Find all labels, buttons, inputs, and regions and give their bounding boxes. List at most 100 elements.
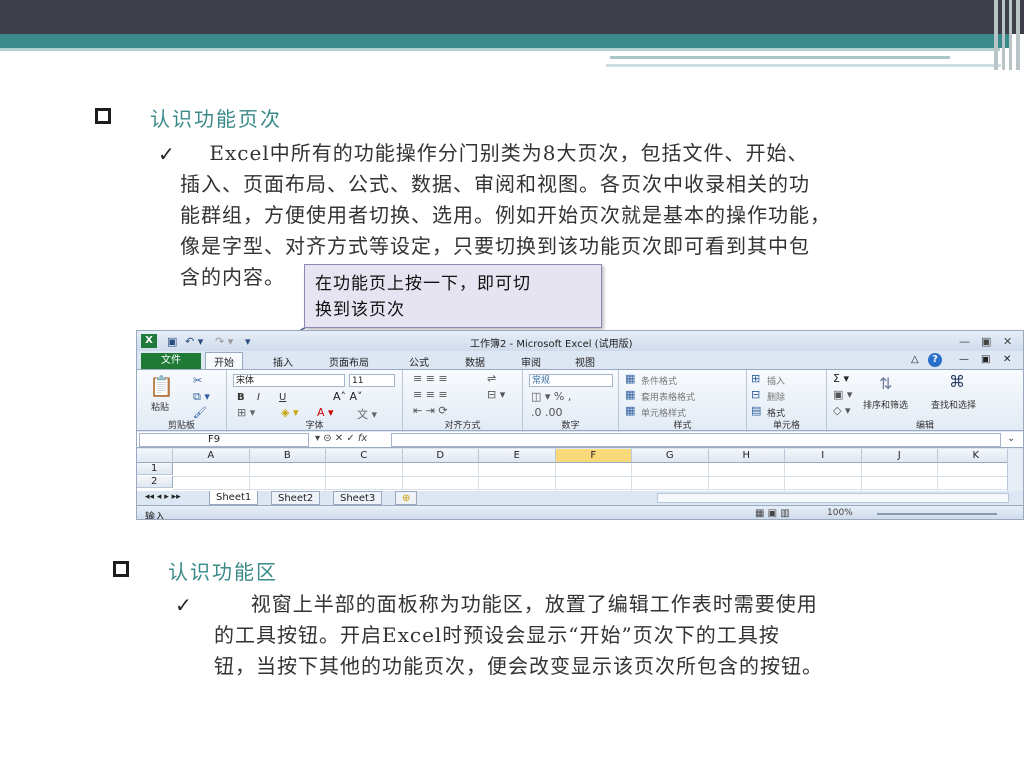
horizontal-scrollbar[interactable] bbox=[657, 493, 1009, 503]
conditional-format-button[interactable]: 条件格式 bbox=[641, 374, 677, 387]
clear-icon[interactable]: ◇ ▾ bbox=[833, 404, 850, 417]
insert-cells-button[interactable]: 插入 bbox=[767, 374, 785, 387]
cell-style-icon[interactable]: ▦ bbox=[625, 404, 635, 417]
sheet-tab-sheet3[interactable]: Sheet3 bbox=[333, 491, 383, 505]
help-icon[interactable]: ? bbox=[928, 353, 942, 367]
column-header[interactable]: F bbox=[555, 449, 632, 463]
expand-formula-icon[interactable]: ⌄ bbox=[1007, 433, 1015, 444]
column-header[interactable]: D bbox=[402, 449, 479, 463]
number-format-select[interactable]: 常规 bbox=[529, 374, 613, 387]
tab-page-layout[interactable]: 页面布局 bbox=[329, 354, 369, 369]
align-left-icon[interactable]: ≡ ≡ ≡ bbox=[413, 388, 448, 401]
column-header[interactable]: C bbox=[326, 449, 403, 463]
indent-icon[interactable]: ⇤ ⇥ ⟳ bbox=[413, 404, 448, 417]
zoom-slider[interactable] bbox=[877, 513, 997, 515]
table-format-icon[interactable]: ▦ bbox=[625, 388, 635, 401]
font-group-label: 字体 bbox=[305, 421, 324, 431]
number-group: 常规 ◫ ▾ % , .0 .00 数字 bbox=[523, 370, 619, 432]
status-mode: 输入 bbox=[145, 512, 165, 520]
tab-data[interactable]: 数据 bbox=[465, 354, 485, 369]
column-header[interactable]: E bbox=[479, 449, 556, 463]
vertical-scrollbar[interactable] bbox=[1007, 449, 1023, 491]
name-box[interactable]: F9 bbox=[139, 433, 309, 447]
workbook-minimize-icon[interactable]: — bbox=[959, 354, 969, 365]
close-icon[interactable]: ✕ bbox=[1003, 335, 1012, 348]
tab-formulas[interactable]: 公式 bbox=[409, 354, 429, 369]
align-top-icon[interactable]: ≡ ≡ ≡ bbox=[413, 372, 448, 385]
styles-group-label: 样式 bbox=[673, 421, 692, 431]
font-name-select[interactable]: 宋体 bbox=[233, 374, 345, 387]
formula-input[interactable] bbox=[391, 433, 1001, 447]
section-paragraph: 视窗上半部的面板称为功能区，放置了编辑工作表时需要使用 的工具按钮。开启Exce… bbox=[214, 589, 823, 682]
find-select-button[interactable]: 查找和选择 bbox=[931, 398, 976, 411]
paste-icon[interactable]: 📋 bbox=[149, 374, 174, 398]
column-header[interactable]: K bbox=[938, 449, 1015, 463]
alignment-group-label: 对齐方式 bbox=[444, 421, 481, 431]
grow-font-icon[interactable]: A˄ A˅ bbox=[333, 390, 363, 403]
tab-file[interactable]: 文件 bbox=[141, 353, 201, 369]
insert-sheet-icon[interactable]: ⊕ bbox=[395, 491, 418, 505]
column-header[interactable]: A bbox=[173, 449, 250, 463]
grid-line bbox=[248, 463, 250, 491]
checkmark-icon: ✓ bbox=[175, 593, 192, 617]
delete-cells-button[interactable]: 删除 bbox=[767, 390, 785, 403]
workbook-restore-icon[interactable]: ▣ bbox=[981, 354, 990, 365]
accounting-format-icon[interactable]: ◫ ▾ % , bbox=[531, 390, 571, 403]
tab-review[interactable]: 审阅 bbox=[521, 354, 541, 369]
column-header[interactable]: B bbox=[249, 449, 326, 463]
zoom-level: 100% bbox=[827, 508, 853, 518]
table-format-button[interactable]: 套用表格格式 bbox=[641, 390, 695, 403]
decor-vertical-stripe bbox=[1016, 0, 1020, 70]
save-icon[interactable]: ▣ bbox=[167, 335, 177, 348]
sort-filter-icon[interactable]: ⇅ bbox=[879, 374, 892, 393]
grid-line bbox=[173, 476, 1007, 477]
column-header[interactable]: G bbox=[632, 449, 709, 463]
worksheet-grid[interactable]: 1 2 ABCDEFGHIJK bbox=[137, 449, 1015, 491]
column-header[interactable]: J bbox=[861, 449, 938, 463]
clipboard-group-label: 剪贴板 bbox=[167, 421, 195, 431]
tab-insert[interactable]: 插入 bbox=[273, 354, 293, 369]
merge-center-icon[interactable]: ⊟ ▾ bbox=[487, 388, 505, 401]
row-header[interactable]: 1 bbox=[137, 463, 173, 475]
wrap-text-icon[interactable]: ⇌ bbox=[487, 372, 496, 385]
restore-icon[interactable]: ▣ bbox=[981, 335, 991, 348]
workbook-close-icon[interactable]: ✕ bbox=[1003, 354, 1011, 365]
conditional-format-icon[interactable]: ▦ bbox=[625, 372, 635, 385]
cut-icon[interactable]: ✂ bbox=[193, 374, 202, 387]
copy-icon[interactable]: ⧉ ▾ bbox=[193, 390, 210, 404]
view-buttons-icon[interactable]: ▦ ▣ ▥ bbox=[755, 508, 790, 519]
fill-icon[interactable]: ▣ ▾ bbox=[833, 388, 852, 401]
undo-icon[interactable]: ↶ ▾ bbox=[185, 335, 203, 348]
binoculars-icon[interactable]: ⌘ bbox=[949, 372, 965, 391]
grid-line bbox=[325, 463, 326, 491]
row-header[interactable]: 2 bbox=[137, 476, 173, 488]
tab-view[interactable]: 视图 bbox=[575, 354, 595, 369]
minimize-icon[interactable]: — bbox=[959, 335, 970, 348]
underline-button[interactable]: U bbox=[279, 392, 286, 403]
customize-qat-icon[interactable]: ▾ bbox=[245, 335, 251, 348]
insert-cells-icon[interactable]: ⊞ bbox=[751, 372, 760, 385]
italic-button[interactable]: I bbox=[257, 392, 260, 403]
light-banner-stripe bbox=[0, 48, 1000, 51]
ribbon-collapse-icon[interactable]: △ bbox=[911, 354, 919, 365]
column-header[interactable]: I bbox=[785, 449, 862, 463]
square-bullet-icon bbox=[113, 561, 129, 577]
format-cells-icon[interactable]: ▤ bbox=[751, 404, 761, 417]
redo-icon[interactable]: ↷ ▾ bbox=[215, 335, 233, 348]
tab-home[interactable]: 开始 bbox=[205, 352, 243, 369]
sort-filter-button[interactable]: 排序和筛选 bbox=[863, 398, 908, 411]
font-size-select[interactable]: 11 bbox=[349, 374, 395, 387]
delete-cells-icon[interactable]: ⊟ bbox=[751, 388, 760, 401]
select-all-corner[interactable] bbox=[137, 449, 173, 463]
paste-button[interactable]: 粘贴 bbox=[151, 400, 169, 413]
autosum-icon[interactable]: Σ ▾ bbox=[833, 372, 849, 385]
column-header[interactable]: H bbox=[708, 449, 785, 463]
paragraph-line: Excel中所有的功能操作分门别类为8大页次，包括文件、开始、 bbox=[180, 141, 809, 165]
sheet-tab-sheet1[interactable]: Sheet1 bbox=[209, 491, 259, 505]
sheet-tab-sheet2[interactable]: Sheet2 bbox=[271, 491, 321, 505]
cells-group-label: 单元格 bbox=[772, 421, 800, 431]
sheet-nav-icons[interactable]: ◂◂ ◂ ▸ ▸▸ bbox=[145, 492, 181, 502]
bold-button[interactable]: B bbox=[237, 392, 245, 403]
paragraph-line: 插入、页面布局、公式、数据、审阅和视图。各页次中收录相关的功 bbox=[180, 172, 810, 196]
formula-controls[interactable]: ▾ ⊝ ✕ ✓ fx bbox=[315, 433, 367, 444]
